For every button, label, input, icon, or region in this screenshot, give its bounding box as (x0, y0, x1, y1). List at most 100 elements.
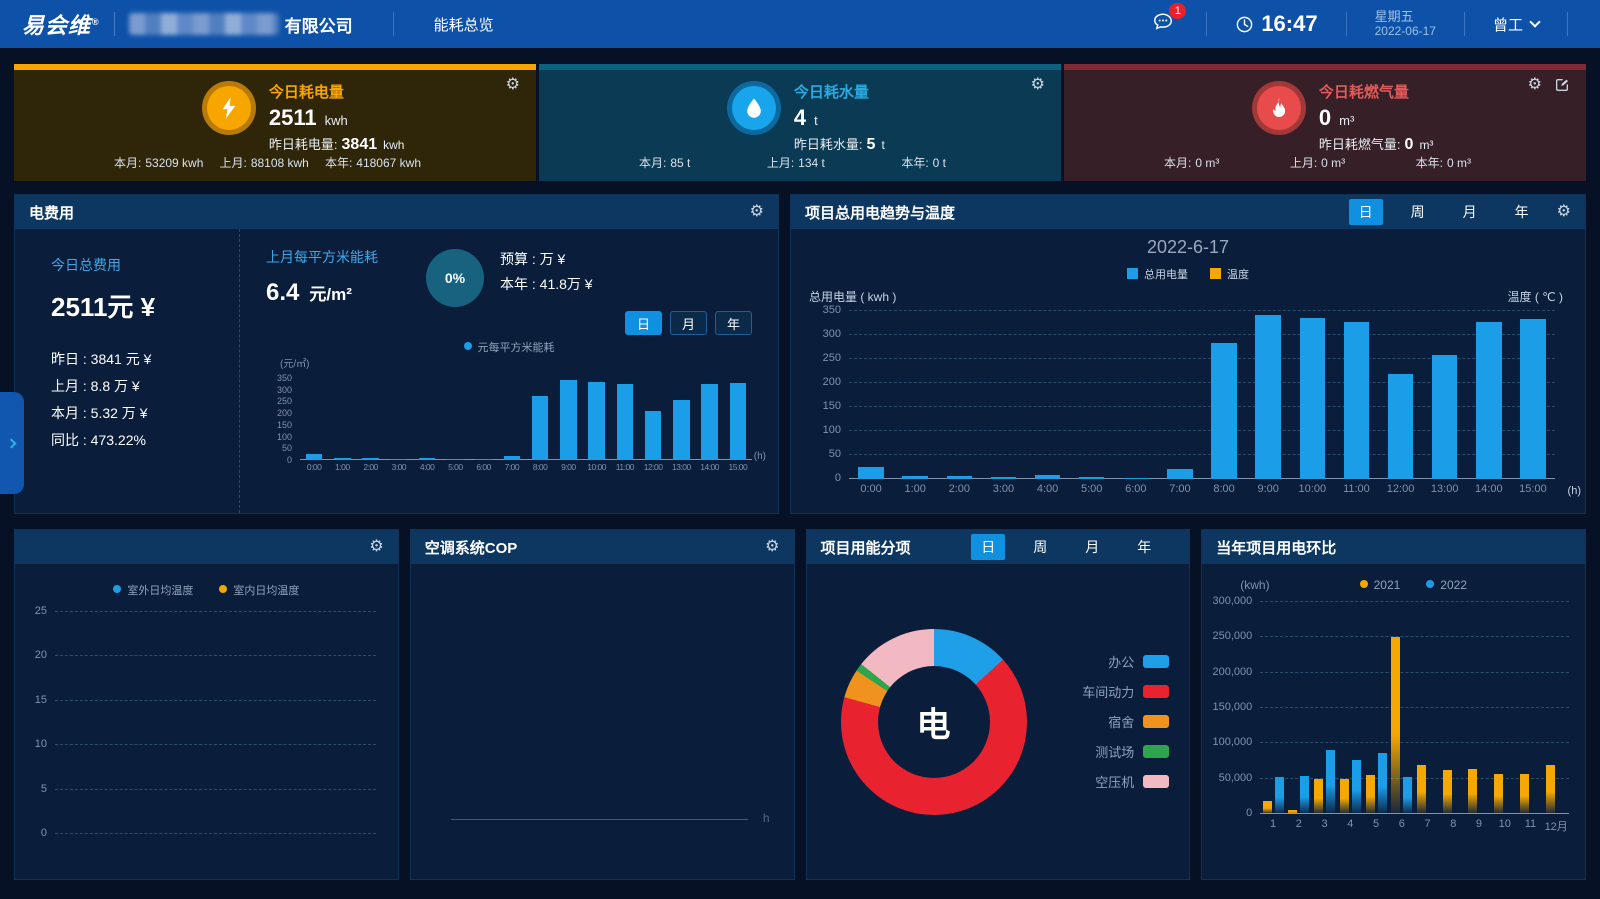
ac-cop-chart: h (427, 598, 748, 820)
accent-strip (539, 64, 1061, 70)
tab-year[interactable]: 年 (1505, 199, 1539, 225)
legend-dot (1360, 580, 1368, 588)
y-right-label: 温度 ( ℃ ) (1508, 288, 1563, 305)
tab-week[interactable]: 周 (1401, 199, 1435, 225)
chart-legend: 室外日均温度 室内日均温度 (15, 582, 398, 598)
chart-legend: 总用电量 温度 (791, 266, 1585, 282)
messages-button[interactable]: 1 (1152, 11, 1174, 38)
accent-strip (1064, 64, 1586, 70)
gear-icon[interactable]: ⚙ (750, 204, 764, 220)
panel-title: 空调系统COP (425, 537, 518, 558)
gear-icon[interactable]: ⚙ (369, 539, 383, 555)
stat-last-month: 上月:0 m³ (1290, 154, 1345, 171)
budget-line: 预算 : 万 ¥ (500, 247, 593, 272)
clock-icon (1235, 15, 1254, 34)
tab-week[interactable]: 周 (1023, 534, 1057, 560)
panel-header: 空调系统COP ⚙ (411, 530, 794, 564)
gear-icon[interactable]: ⚙ (1031, 77, 1045, 93)
divider (1567, 12, 1568, 36)
period-tabs: 日 月 年 (266, 311, 752, 335)
panel-title: 当年项目用电环比 (1216, 537, 1336, 558)
tab-month[interactable]: 月 (1453, 199, 1487, 225)
cost-row-yoy: 同比 : 473.22% (51, 427, 239, 454)
chart-legend: 元每平方米能耗 (266, 339, 752, 355)
tab-month[interactable]: 月 (670, 311, 707, 335)
panel-title: 项目用能分项 (821, 537, 911, 558)
legend-item: 空压机 (1082, 772, 1169, 791)
legend-dot (1426, 580, 1434, 588)
tab-day[interactable]: 日 (625, 311, 662, 335)
kpi-card-water: ⚙ 今日耗水量 4t 昨日耗水量:5t 本月:85 t 上月:134 t 本年:… (539, 64, 1061, 181)
kpi-footer: 本月:0 m³ 上月:0 m³ 本年:0 m³ (1064, 154, 1586, 171)
date-block: 星期五 2022-06-17 (1375, 9, 1436, 39)
nav-tab-energy-overview[interactable]: 能耗总览 (434, 14, 494, 35)
panel-header: ⚙ (15, 530, 398, 564)
panel-header: 当年项目用电环比 (1202, 530, 1585, 564)
panel-title: 项目总用电趋势与温度 (805, 202, 955, 223)
panel-header: 项目总用电趋势与温度 日 周 月 年 ⚙ (791, 195, 1585, 229)
year-total-line: 本年 : 41.8万 ¥ (500, 272, 593, 297)
axis-captions: 总用电量 ( kwh ) 温度 ( ℃ ) (791, 282, 1585, 305)
period-tabs: 日 周 月 年 (1349, 199, 1539, 225)
x-axis-unit: h (763, 811, 770, 825)
cost-summary: 今日总费用 2511元 ¥ 昨日 : 3841 元 ¥ 上月 : 8.8 万 ¥… (15, 229, 240, 513)
user-name: 曾工 (1493, 14, 1523, 35)
period-tabs: 日 周 月 年 (971, 534, 1161, 560)
gear-icon[interactable]: ⚙ (765, 539, 779, 555)
panel-header: 项目用能分项 日 周 月 年 (807, 530, 1190, 564)
legend-item: 2022 (1426, 578, 1467, 592)
stat-month: 本月:85 t (639, 154, 690, 171)
legend-dot (219, 585, 227, 593)
kpi-title: 今日耗燃气量 (1319, 81, 1434, 102)
chart-legend: 2021 2022 (1360, 578, 1467, 592)
kpi-yesterday: 昨日耗燃气量:0m³ (1319, 134, 1434, 154)
user-menu[interactable]: 曾工 (1493, 14, 1539, 35)
company-name-redacted (129, 13, 279, 35)
budget-progress-circle: 0% (426, 249, 484, 307)
tab-day[interactable]: 日 (1349, 199, 1383, 225)
gear-icon[interactable]: ⚙ (1528, 77, 1542, 93)
gear-icon[interactable]: ⚙ (506, 77, 520, 93)
legend-swatch (1143, 775, 1169, 788)
today-cost-label: 今日总费用 (51, 255, 239, 275)
stat-month: 本月:0 m³ (1164, 154, 1219, 171)
legend-dot (464, 342, 472, 350)
kpi-value: 2511kwh (269, 105, 405, 131)
stat-last-month: 上月:134 t (767, 154, 825, 171)
kpi-value: 0m³ (1319, 105, 1434, 131)
tab-year[interactable]: 年 (1127, 534, 1161, 560)
kpi-value: 4t (794, 105, 885, 131)
x-axis-unit: (h) (1568, 485, 1581, 497)
divider (1346, 12, 1347, 36)
kpi-footer: 本月:85 t 上月:134 t 本年:0 t (539, 154, 1061, 171)
yearly-comparison-chart: 050,000100,000150,000200,000250,000300,0… (1204, 602, 1569, 834)
topbar: 易会维® 有限公司 能耗总览 1 16:47 星期五 2022-06-17 曾工 (0, 0, 1600, 48)
chevron-down-icon (1529, 16, 1540, 27)
panel-title: 电费用 (29, 202, 74, 223)
kpi-yesterday: 昨日耗水量:5t (794, 134, 885, 154)
today-cost-value: 2511元 ¥ (51, 287, 239, 324)
sqm-value: 6.4元/m² (266, 279, 378, 307)
chevron-right-icon (6, 438, 16, 448)
tab-month[interactable]: 月 (1075, 534, 1109, 560)
brand: 易会维® 有限公司 (22, 8, 353, 40)
legend-item: 总用电量 (1127, 266, 1188, 282)
daily-temperature-chart: 0510152025 (23, 612, 376, 834)
chart-title: 2022-6-17 (791, 237, 1585, 258)
edit-icon[interactable] (1554, 77, 1570, 93)
kpi-row: ⚙ 今日耗电量 2511kwh 昨日耗电量:3841kwh 本月:53209 k… (14, 64, 1586, 181)
y-axis-unit: (元/㎡) (280, 355, 752, 370)
divider (1464, 12, 1465, 36)
cost-row-month: 本月 : 5.32 万 ¥ (51, 400, 239, 427)
legend-item: 室内日均温度 (219, 582, 299, 598)
gear-icon[interactable]: ⚙ (1557, 204, 1571, 220)
stat-year: 本年:0 t (901, 154, 946, 171)
tab-day[interactable]: 日 (971, 534, 1005, 560)
legend-item: 车间动力 (1082, 682, 1169, 701)
divider (114, 12, 115, 36)
lightning-icon (202, 81, 256, 135)
energy-breakdown-donut: 电 (841, 629, 1027, 815)
divider (393, 12, 394, 36)
sidebar-expand-toggle[interactable] (0, 392, 24, 494)
tab-year[interactable]: 年 (715, 311, 752, 335)
